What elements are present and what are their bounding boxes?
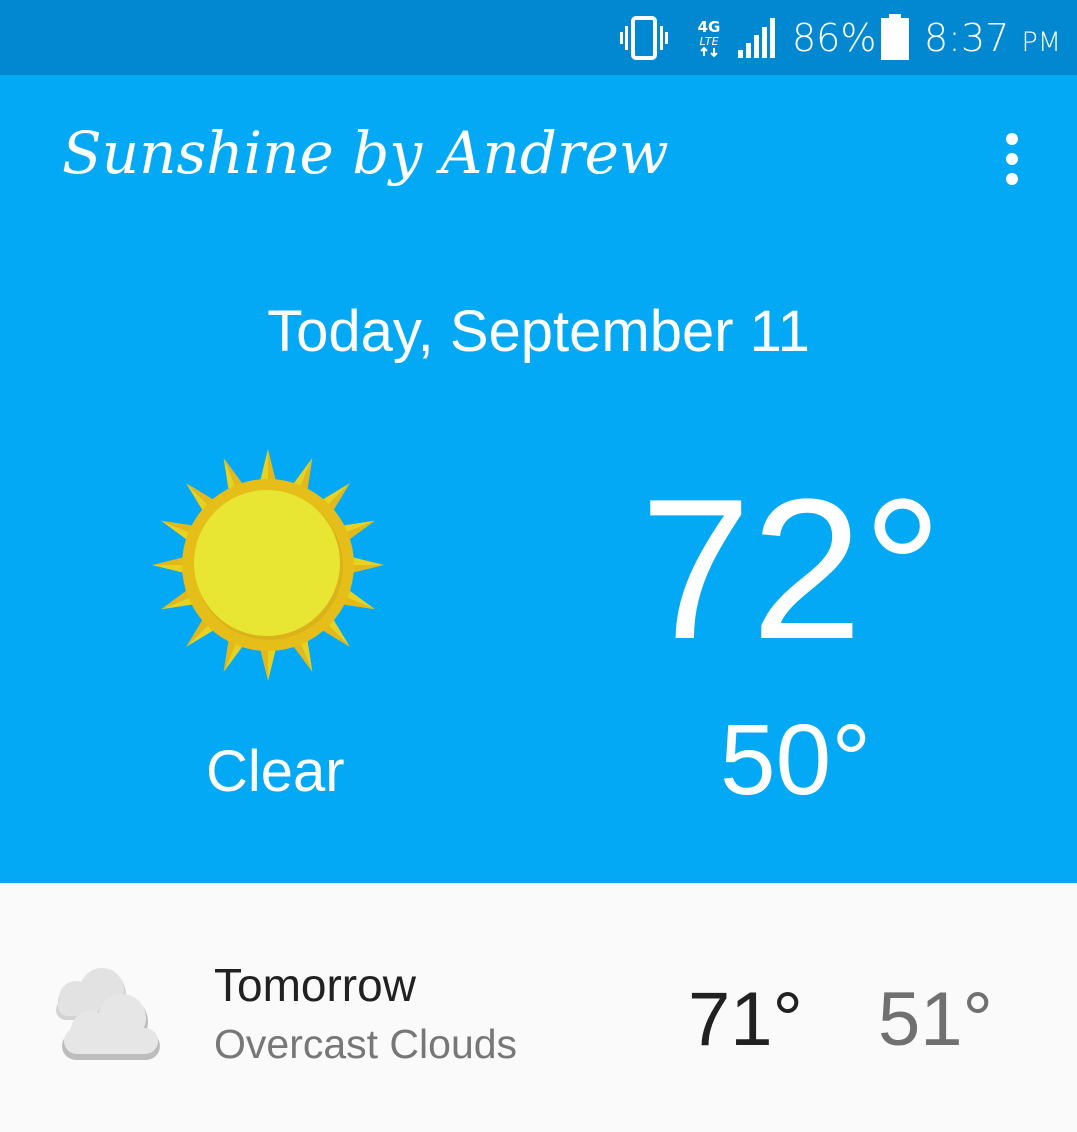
more-vert-icon[interactable] [990, 127, 1034, 191]
today-low-temp: 50° [720, 704, 872, 816]
network-badge-top: 4G [698, 18, 721, 36]
forecast-high-temp: 71° [688, 977, 803, 1062]
clock-time: 8:37 [924, 16, 1010, 60]
status-bar: 4G LTE 86% 8:37 PM [0, 0, 1077, 75]
lte-icon: 4G LTE [698, 18, 721, 58]
forecast-list-item[interactable]: Tomorrow Overcast Clouds 71° 51° [0, 883, 1077, 1132]
battery-percent: 86% [792, 16, 877, 60]
today-high-temp: 72° [640, 458, 943, 681]
today-condition: Clear [206, 739, 345, 804]
app-title: Sunshine by Andrew [62, 119, 669, 187]
battery-icon [881, 14, 909, 60]
signal-icon [738, 18, 775, 58]
clock: 8:37 PM [924, 16, 1061, 65]
today-date: Today, September 11 [267, 299, 810, 364]
sun-icon [152, 449, 384, 681]
clock-ampm: PM [1021, 27, 1062, 58]
network-badge-bottom: LTE [699, 35, 718, 48]
forecast-low-temp: 51° [878, 977, 993, 1062]
cloud-icon [56, 968, 160, 1060]
forecast-description: Overcast Clouds [214, 1021, 518, 1067]
today-panel: Sunshine by Andrew Today, September 11 7… [0, 75, 1077, 883]
vibrate-icon [620, 16, 668, 60]
forecast-day: Tomorrow [214, 959, 416, 1011]
